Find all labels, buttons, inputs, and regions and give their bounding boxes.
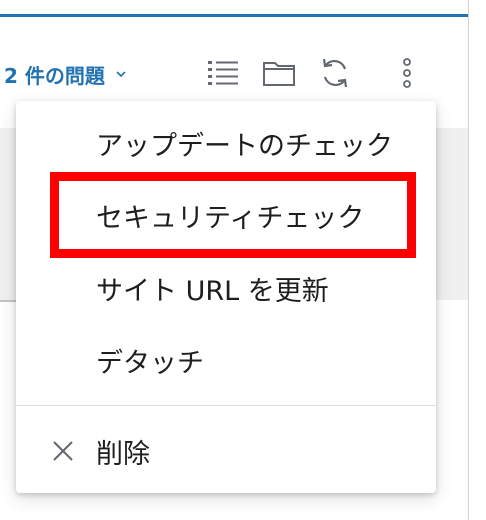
menu-item-check-updates[interactable]: アップデートのチェック bbox=[16, 113, 436, 173]
list-view-button[interactable] bbox=[206, 56, 240, 90]
issues-label: 2 件の問題 bbox=[4, 63, 105, 88]
menu-item-label: デタッチ bbox=[96, 347, 204, 379]
menu-item-delete[interactable]: 削除 bbox=[16, 421, 436, 481]
more-vertical-icon bbox=[403, 58, 411, 88]
issues-dropdown-button[interactable]: 2 件の問題 bbox=[4, 60, 127, 88]
menu-divider bbox=[16, 405, 436, 406]
list-icon bbox=[208, 61, 238, 85]
more-options-button[interactable] bbox=[390, 56, 424, 90]
folder-icon bbox=[263, 62, 295, 86]
menu-item-security-check[interactable]: セキュリティチェック bbox=[16, 185, 436, 245]
menu-item-update-site-url[interactable]: サイト URL を更新 bbox=[16, 258, 436, 318]
menu-item-label: セキュリティチェック bbox=[96, 202, 365, 234]
top-accent-bar bbox=[0, 14, 468, 17]
menu-item-label: アップデートのチェック bbox=[96, 130, 393, 162]
close-icon bbox=[53, 441, 73, 461]
menu-item-label: 削除 bbox=[96, 438, 150, 470]
menu-item-detach[interactable]: デタッチ bbox=[16, 330, 436, 390]
chevron-down-icon bbox=[116, 71, 126, 78]
refresh-button[interactable] bbox=[318, 56, 352, 90]
refresh-icon bbox=[322, 58, 348, 88]
more-options-menu: アップデートのチェック セキュリティチェック サイト URL を更新 デタッチ … bbox=[16, 101, 436, 493]
menu-item-label: サイト URL を更新 bbox=[96, 275, 329, 307]
folder-button[interactable] bbox=[262, 56, 296, 90]
